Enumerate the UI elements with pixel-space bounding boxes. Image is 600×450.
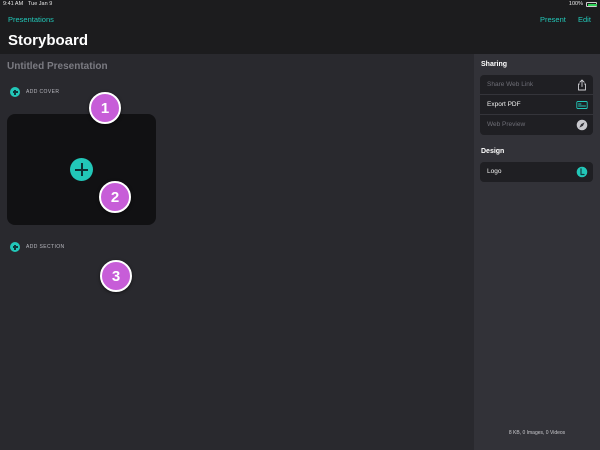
status-bar: 9:41 AM Tue Jan 9 100% bbox=[0, 0, 600, 10]
storage-summary: 8 KB, 0 Images, 0 Videos bbox=[508, 430, 566, 436]
design-heading: Design bbox=[481, 148, 505, 155]
presentations-back-link[interactable]: Presentations bbox=[8, 15, 54, 24]
storyboard-canvas: Untitled Presentation ADD COVER ADD SECT… bbox=[0, 54, 474, 450]
plus-circle-icon bbox=[10, 87, 20, 97]
presentation-title[interactable]: Untitled Presentation bbox=[7, 61, 108, 72]
logo-icon bbox=[576, 166, 588, 178]
web-preview-row[interactable]: Web Preview bbox=[480, 115, 593, 135]
share-web-link-row[interactable]: Share Web Link bbox=[480, 75, 593, 95]
cover-placeholder[interactable] bbox=[7, 114, 156, 225]
sharing-heading: Sharing bbox=[481, 61, 508, 68]
export-pdf-row[interactable]: Export PDF bbox=[480, 95, 593, 115]
edit-button[interactable]: Edit bbox=[578, 15, 591, 24]
app-screen: 9:41 AM Tue Jan 9 100% Presentations Pre… bbox=[0, 0, 600, 450]
add-cover-label: ADD COVER bbox=[26, 89, 60, 95]
battery-percent: 100% bbox=[568, 1, 583, 7]
web-preview-label: Web Preview bbox=[487, 121, 526, 128]
sharing-group: Share Web Link Export PDF Web Preview bbox=[480, 75, 593, 135]
page-title: Storyboard bbox=[8, 32, 89, 49]
plus-circle-icon bbox=[10, 242, 20, 252]
callout-badge-3: 3 bbox=[100, 260, 132, 292]
callout-badge-2: 2 bbox=[99, 181, 131, 213]
add-cover-plus-icon[interactable] bbox=[70, 158, 93, 181]
design-group: Logo bbox=[480, 162, 593, 182]
share-web-link-label: Share Web Link bbox=[487, 81, 534, 88]
pdf-icon bbox=[576, 101, 588, 109]
share-icon bbox=[578, 79, 586, 91]
battery-icon bbox=[586, 2, 597, 7]
status-time: 9:41 AM bbox=[3, 1, 24, 7]
compass-icon bbox=[576, 119, 588, 131]
status-date: Tue Jan 9 bbox=[28, 1, 53, 7]
inspector-sidebar: Sharing Share Web Link Export PDF Web Pr… bbox=[474, 54, 600, 450]
callout-badge-1: 1 bbox=[89, 92, 121, 124]
logo-row[interactable]: Logo bbox=[480, 162, 593, 182]
export-pdf-label: Export PDF bbox=[487, 101, 521, 108]
present-button[interactable]: Present bbox=[540, 15, 566, 24]
add-section-label: ADD SECTION bbox=[26, 244, 65, 250]
logo-label: Logo bbox=[487, 168, 502, 175]
